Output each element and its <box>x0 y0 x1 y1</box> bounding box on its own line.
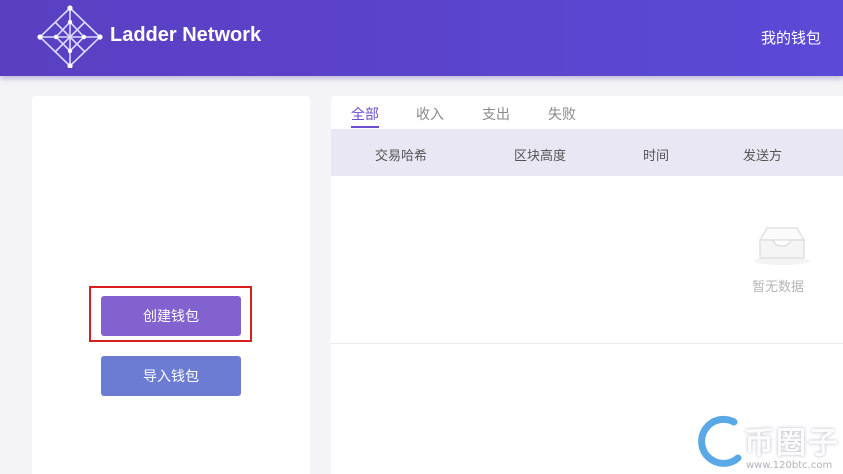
tab-failed[interactable]: 失败 <box>548 104 576 128</box>
tab-all[interactable]: 全部 <box>351 104 379 128</box>
column-tx-hash: 交易哈希 <box>375 149 428 164</box>
create-wallet-button[interactable]: 创建钱包 <box>101 296 241 336</box>
table-header: 交易哈希 区块高度 时间 发送方 <box>331 129 843 176</box>
watermark-url: www.120btc.com <box>746 460 833 471</box>
brand-name: Ladder Network <box>110 24 262 46</box>
tab-expense[interactable]: 支出 <box>482 104 510 128</box>
empty-inbox-icon <box>754 227 810 265</box>
column-block-height: 区块高度 <box>514 149 567 164</box>
column-sender: 发送方 <box>743 149 783 164</box>
panel-divider <box>331 343 843 344</box>
import-wallet-button[interactable]: 导入钱包 <box>101 356 241 396</box>
watermark: 币圈子 www.120btc.com <box>694 412 843 474</box>
tab-income[interactable]: 收入 <box>416 104 444 128</box>
watermark-title: 币圈子 <box>744 426 840 461</box>
ladder-network-logo-icon <box>37 5 103 68</box>
wallet-actions-panel <box>32 96 310 474</box>
my-wallet-link[interactable]: 我的钱包 <box>761 27 821 48</box>
empty-state-text: 暂无数据 <box>752 280 805 295</box>
column-time: 时间 <box>643 149 670 164</box>
watermark-logo-icon <box>698 415 742 467</box>
app-header: Ladder Network 我的钱包 <box>0 0 843 76</box>
